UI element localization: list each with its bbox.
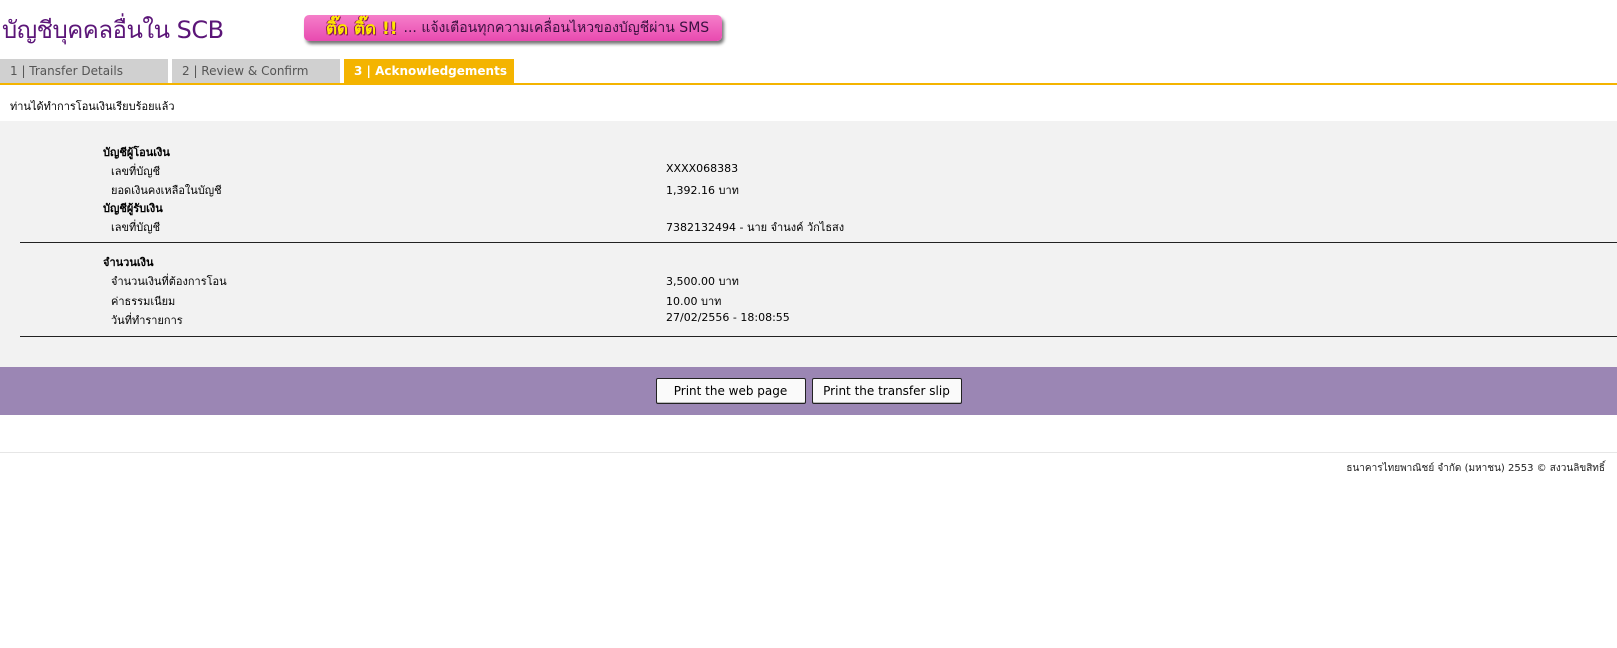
from-account-number-value: XXXX068383	[666, 162, 739, 175]
action-bar: Print the web page Print the transfer sl…	[0, 367, 1617, 415]
success-message: ท่านได้ทำการโอนเงินเรียบร้อยแล้ว	[10, 100, 175, 113]
print-web-page-button[interactable]: Print the web page	[655, 378, 806, 404]
from-account-number-label: เลขที่บัญชี	[111, 165, 161, 178]
transaction-date-label: วันที่ทำรายการ	[111, 314, 183, 327]
transfer-summary-panel: บัญชีผู้โอนเงิน เลขที่บัญชี XXXX068383 ย…	[0, 121, 1617, 367]
fee-value: 10.00 บาท	[666, 295, 722, 308]
print-transfer-slip-button[interactable]: Print the transfer slip	[811, 378, 962, 404]
transaction-date-value: 27/02/2556 - 18:08:55	[666, 311, 790, 324]
balance-value: 1,392.16 บาท	[666, 184, 739, 197]
fee-label: ค่าธรรมเนียม	[111, 295, 176, 308]
to-account-number-value: 7382132494 - นาย จำนงค์ วักไธสง	[666, 221, 845, 234]
page-header: บัญชีบุคคลอื่นใน SCB ติ๊ด ติ๊ด !! ... แจ…	[0, 0, 1617, 56]
section-divider	[20, 242, 1617, 243]
tab-review-confirm[interactable]: 2 | Review & Confirm	[172, 59, 340, 83]
tab-acknowledgements[interactable]: 3 | Acknowledgements	[344, 59, 514, 83]
tab-transfer-details[interactable]: 1 | Transfer Details	[0, 59, 168, 83]
balance-label: ยอดเงินคงเหลือในบัญชี	[111, 184, 222, 197]
sms-alert-banner[interactable]: ติ๊ด ติ๊ด !! ... แจ้งเตือนทุกความเคลื่อน…	[304, 15, 722, 41]
transfer-amount-label: จำนวนเงินที่ต้องการโอน	[111, 275, 227, 288]
step-tabs: 1 | Transfer Details 2 | Review & Confir…	[0, 59, 1617, 85]
page-title: บัญชีบุคคลอื่นใน SCB	[2, 16, 224, 44]
section-divider	[20, 336, 1617, 337]
sms-banner-text: ... แจ้งเตือนทุกความเคลื่อนไหวของบัญชีผ่…	[403, 20, 710, 36]
from-account-heading: บัญชีผู้โอนเงิน	[103, 146, 170, 159]
amount-heading: จำนวนเงิน	[103, 256, 154, 269]
transfer-amount-value: 3,500.00 บาท	[666, 275, 739, 288]
to-account-number-label: เลขที่บัญชี	[111, 221, 161, 234]
footer-copyright: ธนาคารไทยพาณิชย์ จำกัด (มหาชน) 2553 © สง…	[1346, 463, 1605, 474]
sms-banner-highlight: ติ๊ด ติ๊ด !!	[326, 18, 398, 39]
to-account-heading: บัญชีผู้รับเงิน	[103, 202, 163, 215]
